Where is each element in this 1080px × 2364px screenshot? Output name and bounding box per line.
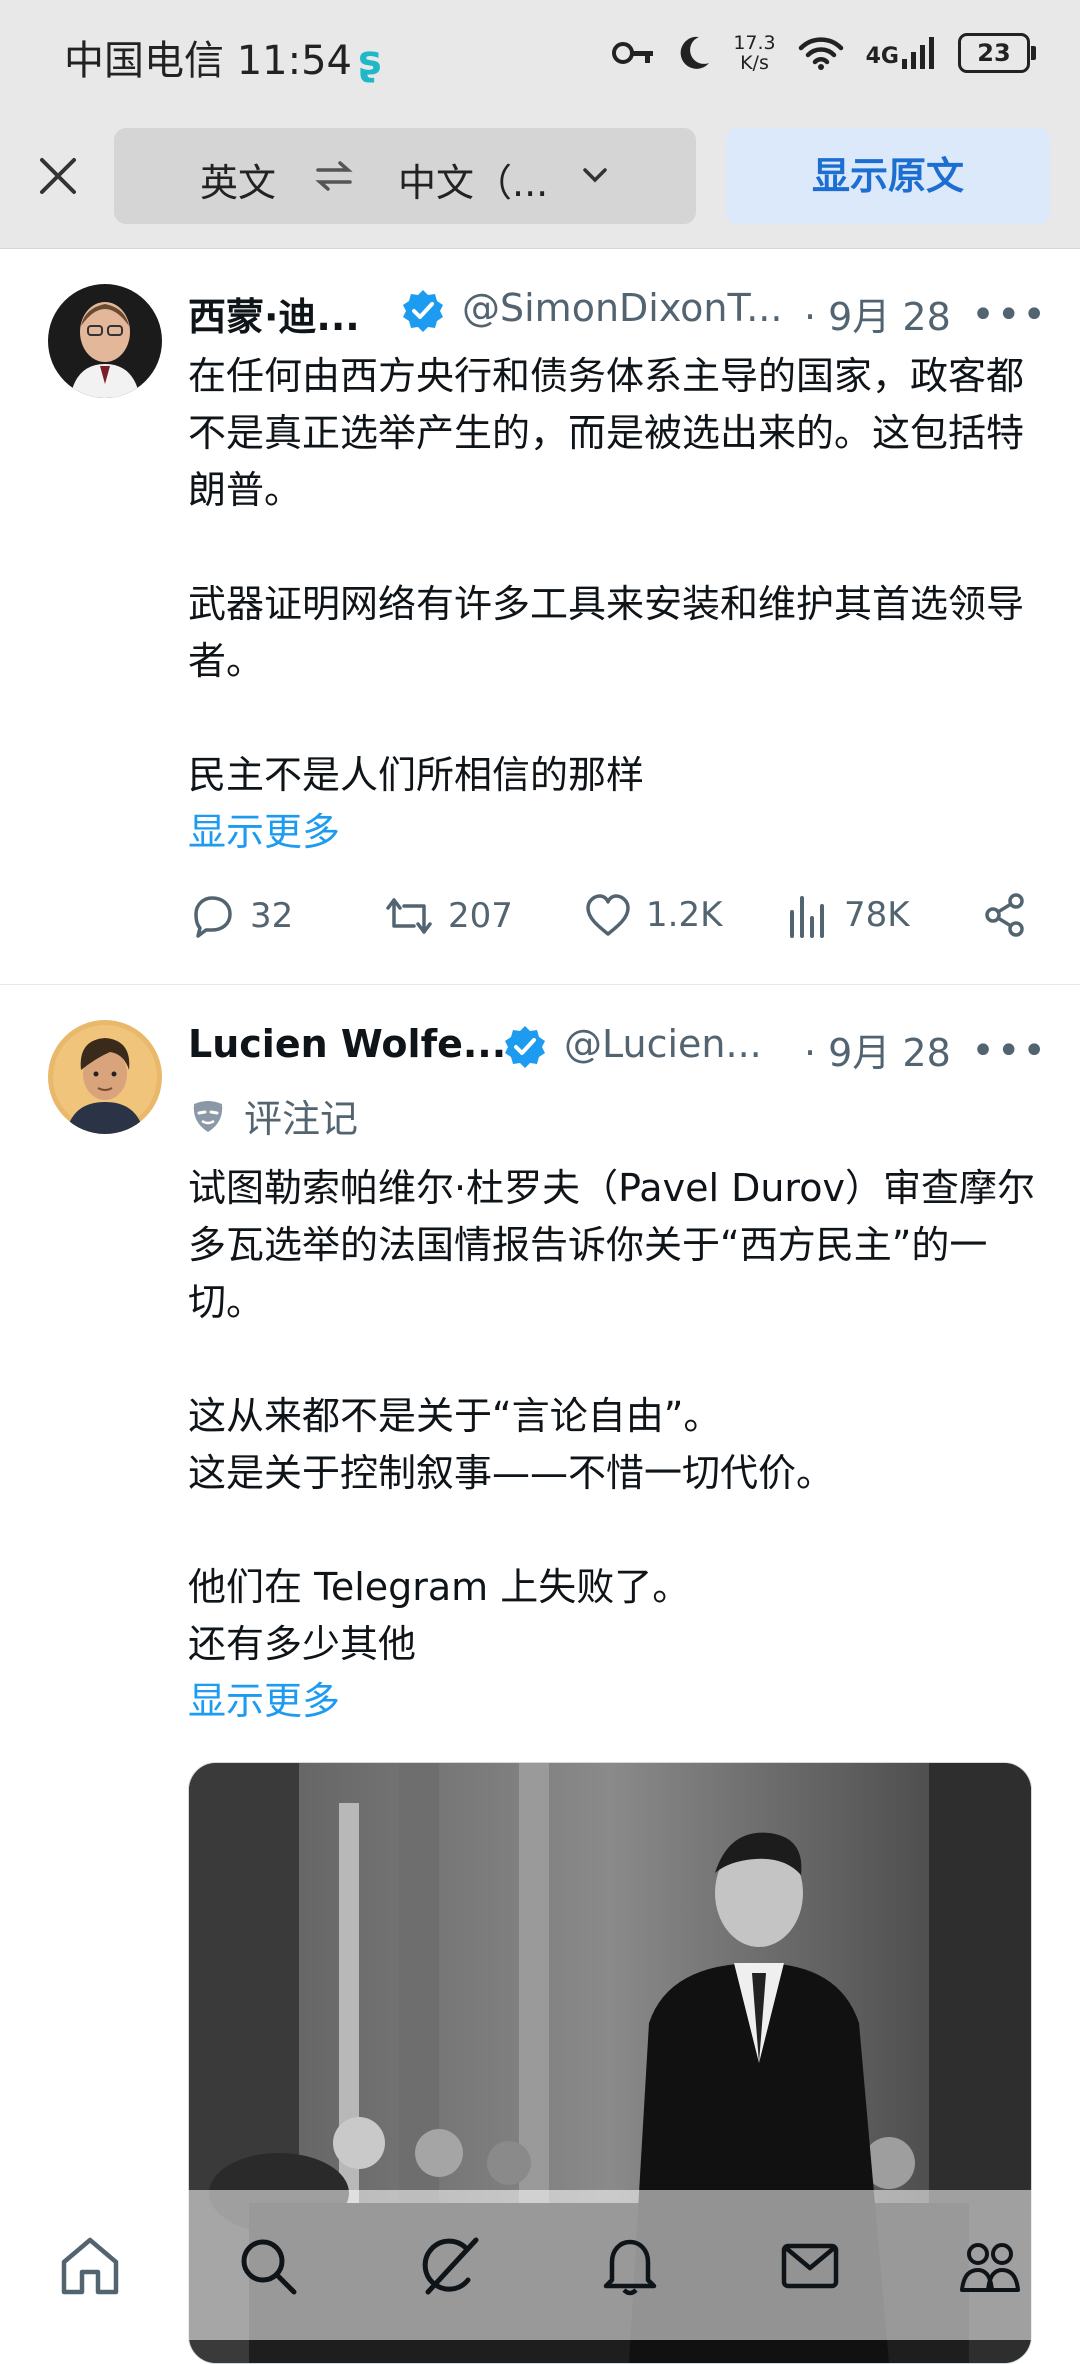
like-icon xyxy=(586,894,630,936)
battery-indicator: 23 xyxy=(958,33,1036,73)
key-icon xyxy=(612,42,654,64)
display-name[interactable]: 西蒙·迪... xyxy=(188,286,360,341)
tweet-paragraph: 在任何由西方央行和债务体系主导的国家，政客都不是真正选举产生的，而是被选出来的。… xyxy=(188,354,1025,512)
avatar[interactable] xyxy=(48,1020,162,1134)
more-icon[interactable]: ••• xyxy=(971,1028,1048,1074)
handle[interactable]: @SimonDixonT... xyxy=(462,286,782,330)
notifications-icon[interactable] xyxy=(594,2230,666,2302)
reply-button[interactable]: 32 xyxy=(188,892,293,940)
repost-icon xyxy=(386,898,432,934)
repost-button[interactable]: 207 xyxy=(384,892,513,940)
moon-icon xyxy=(680,36,710,69)
status-icons: 17.3 K/s 4G 23 xyxy=(611,28,1036,78)
language-selector[interactable]: 英文 中文（... xyxy=(114,128,696,224)
search-icon[interactable] xyxy=(232,2230,304,2302)
target-language[interactable]: 中文（... xyxy=(398,152,548,207)
carrier-time-text: 中国电信 11:54 xyxy=(64,38,352,84)
handle[interactable]: @Lucien... xyxy=(564,1022,762,1066)
avatar[interactable] xyxy=(48,284,162,398)
home-icon[interactable] xyxy=(54,2230,126,2302)
show-original-button[interactable]: 显示原文 xyxy=(726,128,1050,224)
mask-icon xyxy=(193,1100,223,1132)
status-bar: 中国电信 11:54 ʂ 17.3 K/s 4G 23 xyxy=(0,0,1080,108)
close-icon[interactable] xyxy=(32,150,84,202)
tweet-paragraph: 这从来都不是关于“言论自由”。 xyxy=(188,1394,722,1438)
tweet-paragraph: 还有多少其他 xyxy=(188,1622,417,1666)
signal-icon: 4G xyxy=(866,37,936,69)
messages-icon[interactable] xyxy=(774,2230,846,2302)
translate-bar: 英文 中文（... 显示原文 xyxy=(0,128,1080,228)
tweet-paragraph: 试图勒索帕维尔·杜罗夫（Pavel Durov）审查摩尔多瓦选举的法国情报告诉你… xyxy=(188,1166,1035,1324)
reply-icon xyxy=(194,896,232,938)
speed-unit: K/s xyxy=(740,52,769,74)
tweet-text: 试图勒索帕维尔·杜罗夫（Pavel Durov）审查摩尔多瓦选举的法国情报告诉你… xyxy=(188,1160,1038,1730)
communities-icon[interactable] xyxy=(954,2230,1026,2302)
more-icon[interactable]: ••• xyxy=(971,292,1048,338)
tweet-paragraph: 民主不是人们所相信的那样 xyxy=(188,753,645,797)
tweet-text: 在任何由西方央行和债务体系主导的国家，政客都不是真正选举产生的，而是被选出来的。… xyxy=(188,348,1038,861)
views-button[interactable]: 78K xyxy=(786,892,910,938)
verified-icon xyxy=(403,290,443,332)
tweet-date[interactable]: · 9月 28 xyxy=(804,286,951,341)
swap-icon[interactable] xyxy=(314,156,354,196)
grok-icon[interactable] xyxy=(414,2230,486,2302)
source-language[interactable]: 英文 xyxy=(200,152,276,207)
note-text[interactable]: 评注记 xyxy=(244,1088,358,1143)
network-speed: 17.3 K/s xyxy=(733,33,775,73)
repost-count: 207 xyxy=(448,896,513,936)
like-button[interactable]: 1.2K xyxy=(584,892,722,938)
tweet-paragraph: 武器证明网络有许多工具来安装和维护其首选领导者。 xyxy=(188,582,1025,683)
tweet-divider xyxy=(0,984,1080,985)
views-icon xyxy=(790,896,824,938)
display-name[interactable]: Lucien Wolfe... xyxy=(188,1022,506,1066)
like-count: 1.2K xyxy=(646,895,723,935)
show-more-link[interactable]: 显示更多 xyxy=(188,804,1038,861)
tweet-paragraph: 这是关于控制叙事——不惜一切代价。 xyxy=(188,1451,835,1495)
tweet-paragraph: 他们在 Telegram 上失败了。 xyxy=(188,1565,691,1609)
network-type: 4G xyxy=(865,44,899,69)
reply-count: 32 xyxy=(250,896,294,936)
share-button[interactable] xyxy=(982,892,1028,938)
community-note-label[interactable]: 评注记 xyxy=(188,1088,358,1143)
verified-icon xyxy=(505,1026,545,1068)
bottom-navigation xyxy=(0,2190,1080,2340)
speed-value: 17.3 xyxy=(733,32,776,54)
show-more-link[interactable]: 显示更多 xyxy=(188,1673,1038,1730)
views-count: 78K xyxy=(844,895,910,935)
wifi-icon xyxy=(798,37,843,70)
chevron-down-icon[interactable] xyxy=(578,158,612,192)
app-status-icon: ʂ xyxy=(358,38,382,84)
carrier-time: 中国电信 11:54 ʂ xyxy=(64,28,382,86)
tweet-actions: 32 207 1.2K 78K xyxy=(188,892,1038,952)
share-icon xyxy=(985,893,1024,937)
tweet-date[interactable]: · 9月 28 xyxy=(804,1022,951,1077)
